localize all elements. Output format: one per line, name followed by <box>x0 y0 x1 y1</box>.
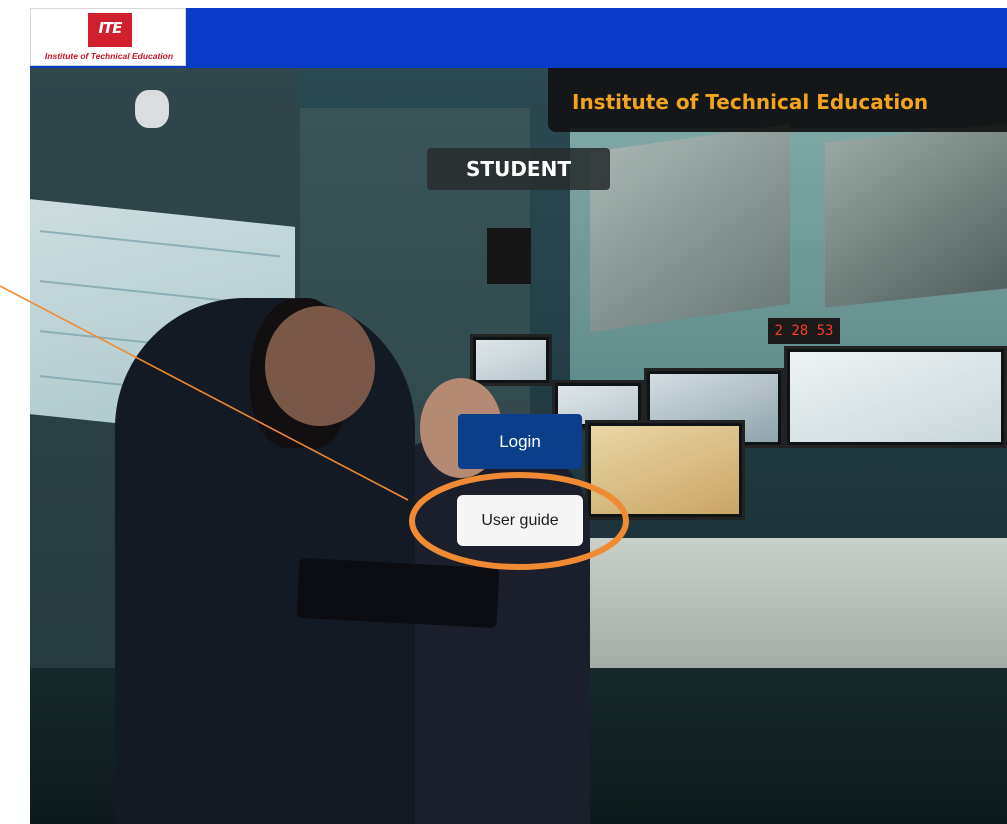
hero-monitor-screen <box>476 340 546 380</box>
hero-monitor-screen <box>591 426 739 514</box>
hero-cctv-feed-right <box>825 123 1007 308</box>
whiteboard-line <box>40 230 280 258</box>
hero-monitor <box>585 420 745 520</box>
ite-logo-subtitle: Institute of Technical Education <box>44 51 174 61</box>
hero-person-standing-head <box>265 306 375 426</box>
security-camera-icon <box>135 90 169 128</box>
ite-logo-mark: ITE <box>88 13 132 47</box>
hero-tablet <box>296 557 500 629</box>
hero-cctv-feed-left <box>590 123 790 333</box>
hero-monitor <box>784 346 1007 448</box>
student-role-label: STUDENT <box>427 148 610 190</box>
login-button[interactable]: Login <box>458 414 582 469</box>
user-guide-button[interactable]: User guide <box>457 495 583 546</box>
hero-monitor <box>470 334 552 386</box>
ite-logo[interactable]: ITE Institute of Technical Education <box>30 8 186 66</box>
institution-title-banner: Institute of Technical Education <box>548 68 1007 132</box>
hero-desk <box>550 538 1007 668</box>
ite-logo-mark-text: ITE <box>98 19 122 37</box>
hero-monitor-screen <box>790 352 1001 442</box>
hero-digital-clock: 2 28 53 <box>768 318 840 344</box>
speaker-icon <box>487 228 531 284</box>
